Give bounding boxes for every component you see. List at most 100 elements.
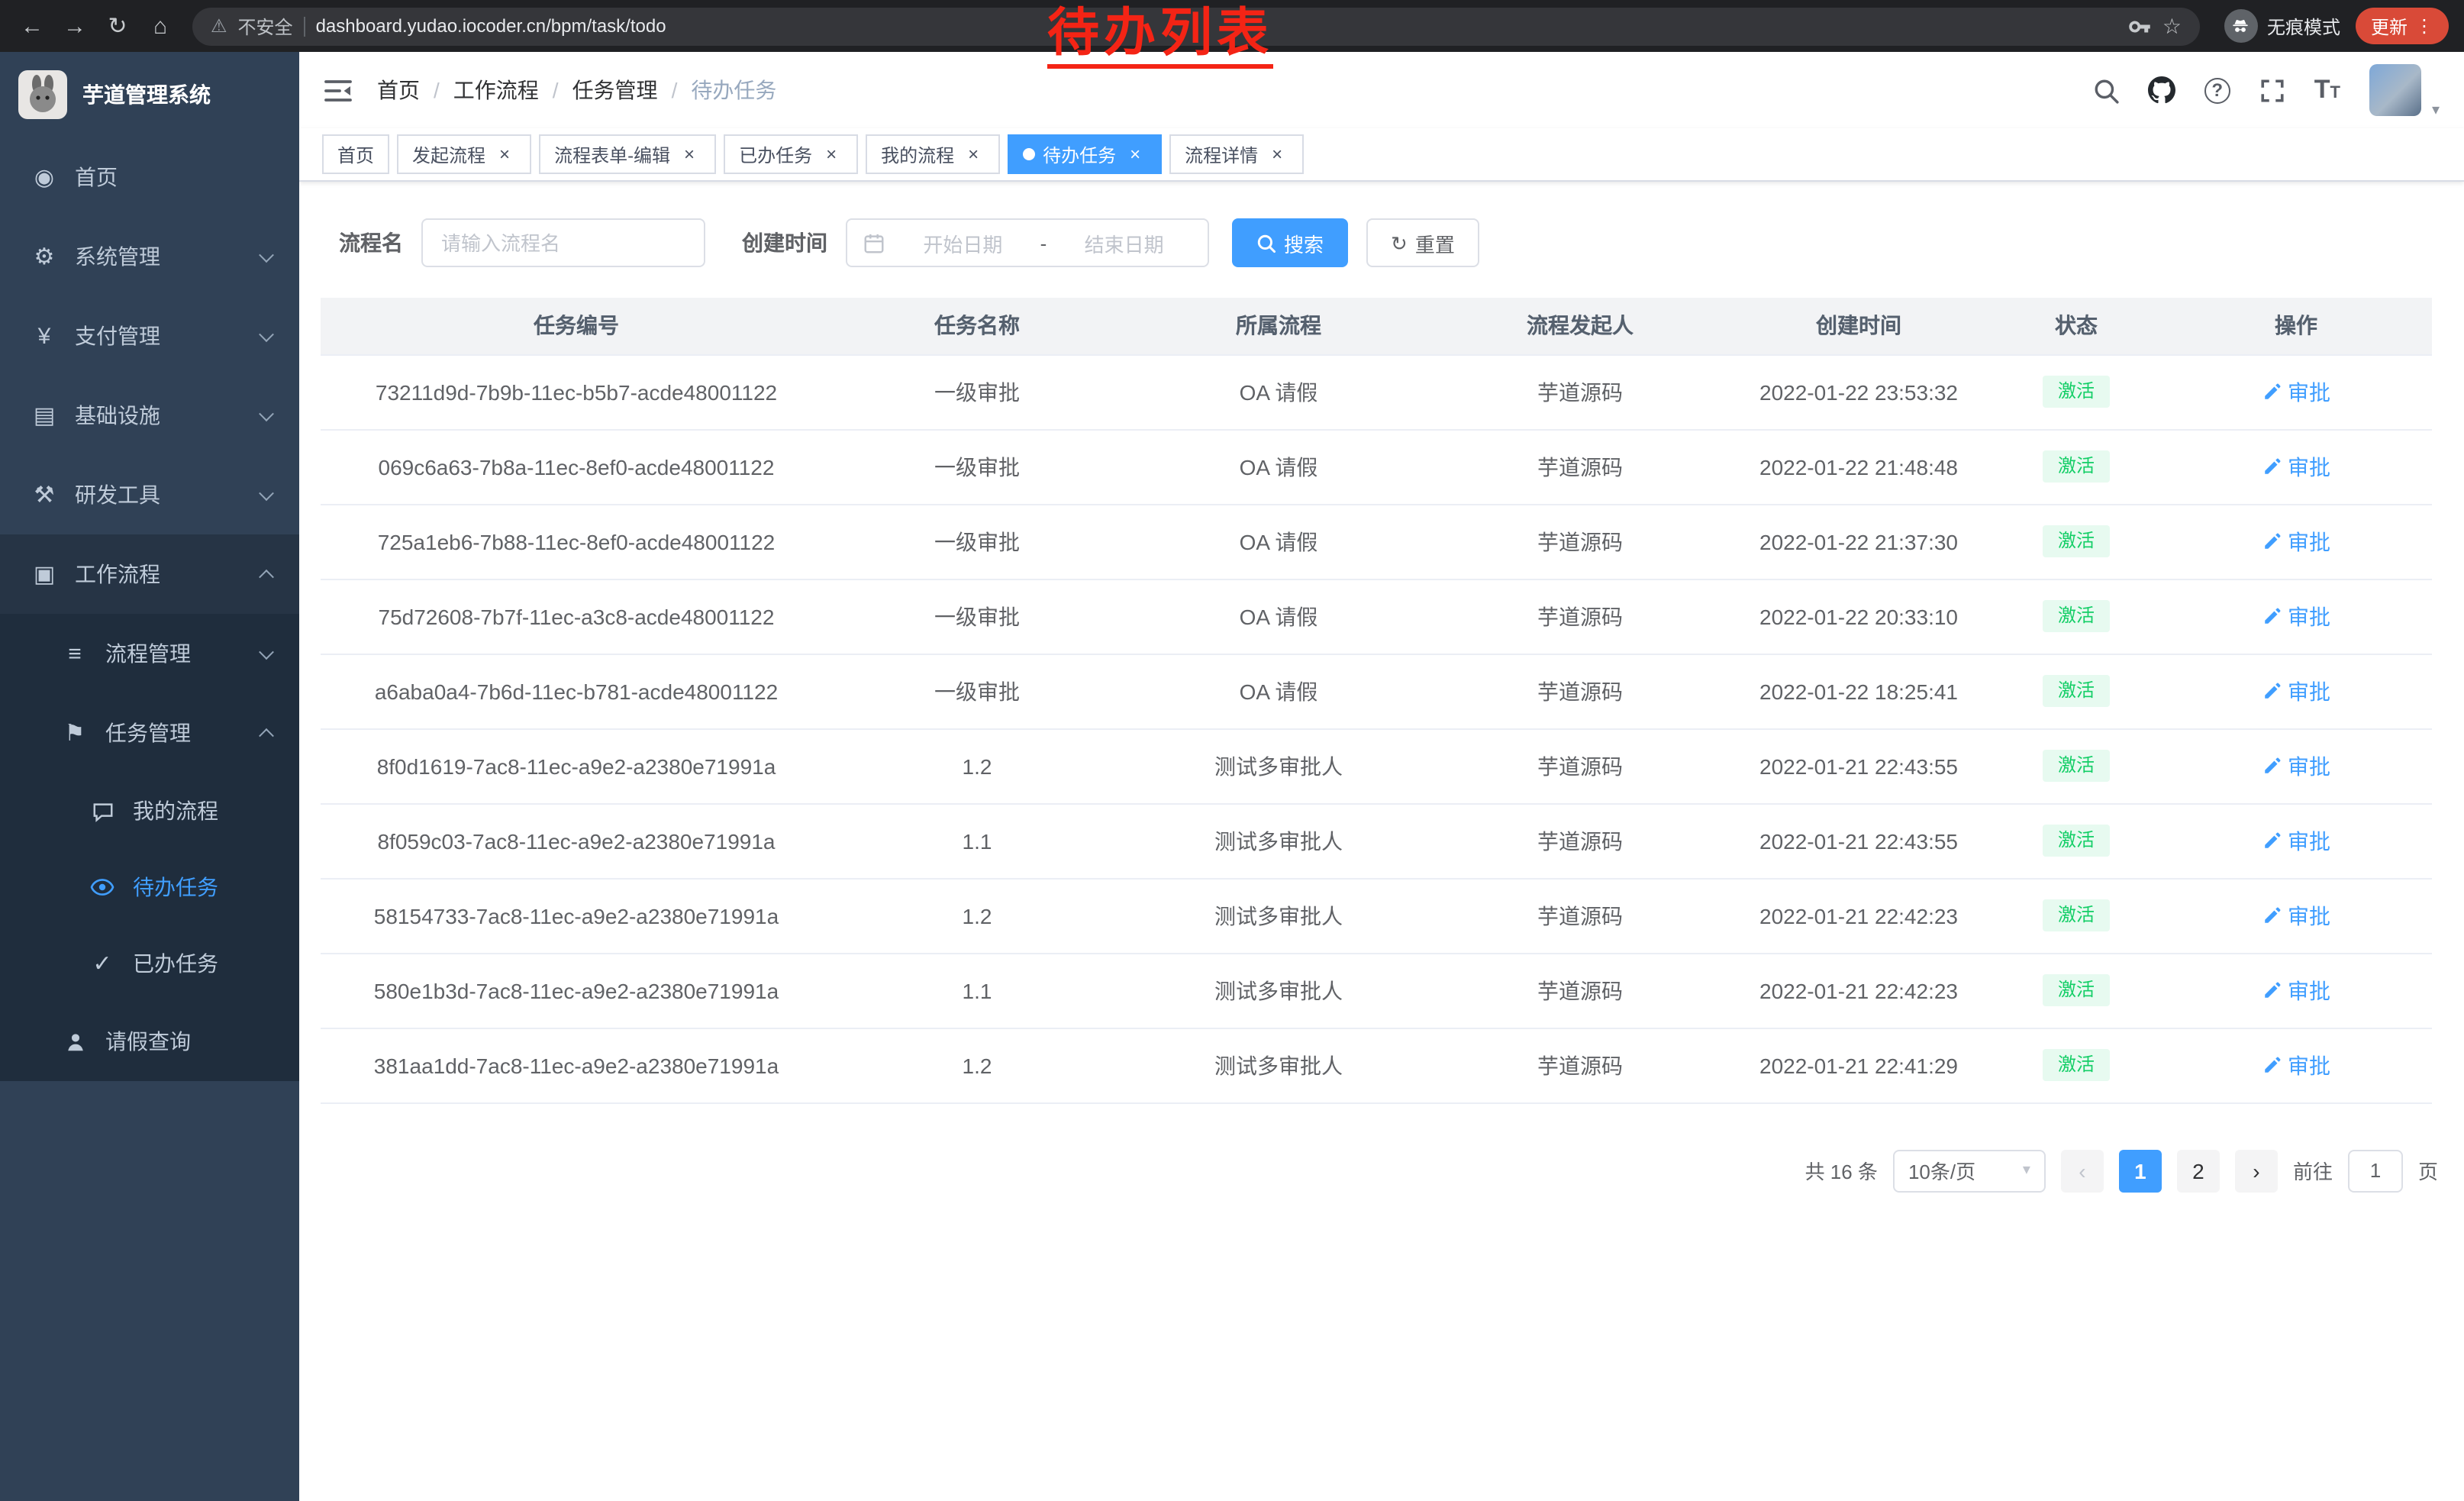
search-icon[interactable] [2093,77,2119,103]
page-size-select[interactable]: 10条/页 ▾ [1893,1149,2046,1192]
page-1-button[interactable]: 1 [2119,1149,2162,1192]
sidebar-item-task-mgmt[interactable]: ⚑ 任务管理 [0,693,299,773]
tab-done-task[interactable]: 已办任务 × [724,134,858,174]
edit-icon [2262,756,2282,776]
sidebar-item-home[interactable]: ◉ 首页 [0,137,299,217]
close-icon[interactable]: × [820,143,843,166]
tab-my-process[interactable]: 我的流程 × [866,134,1000,174]
eye-icon [89,875,116,899]
goto-label: 前往 [2293,1156,2333,1185]
cell-status: 激活 [1992,429,2160,504]
process-name-input[interactable] [421,218,705,267]
approve-button[interactable]: 审批 [2262,825,2330,856]
approve-button[interactable]: 审批 [2262,376,2330,407]
approve-label: 审批 [2288,900,2330,931]
breadcrumb-home[interactable]: 首页 [377,75,420,105]
approve-button[interactable]: 审批 [2262,900,2330,931]
approve-button[interactable]: 审批 [2262,601,2330,631]
col-task-name: 任务名称 [832,298,1122,354]
cell-initiator: 芋道源码 [1435,878,1725,953]
col-initiator: 流程发起人 [1435,298,1725,354]
close-icon[interactable]: × [493,143,516,166]
next-page-button[interactable]: › [2235,1149,2278,1192]
close-icon[interactable]: × [1124,143,1147,166]
status-badge: 激活 [2043,749,2110,782]
cell-task-name: 一级审批 [832,654,1122,728]
breadcrumb-separator: / [672,78,678,102]
chat-icon [89,799,116,822]
close-icon[interactable]: × [962,143,985,166]
close-icon[interactable]: × [1266,143,1288,166]
approve-button[interactable]: 审批 [2262,750,2330,781]
approve-button[interactable]: 审批 [2262,526,2330,557]
cell-task-id: a6aba0a4-7b6d-11ec-b781-acde48001122 [321,654,832,728]
approve-button[interactable]: 审批 [2262,1050,2330,1080]
approve-label: 审批 [2288,975,2330,1006]
tab-start-process[interactable]: 发起流程 × [397,134,531,174]
sidebar-item-done-task[interactable]: ✓ 已办任务 [0,925,299,1002]
cell-task-name: 一级审批 [832,354,1122,429]
tab-form-edit[interactable]: 流程表单-编辑 × [539,134,716,174]
pagination-total: 共 16 条 [1805,1156,1878,1185]
sidebar-item-my-process[interactable]: 我的流程 [0,773,299,849]
sidebar-collapse-icon[interactable] [324,77,353,103]
sidebar-item-label: 请假查询 [105,1026,272,1057]
goto-page-input[interactable] [2348,1149,2403,1192]
tab-home[interactable]: 首页 [322,134,389,174]
tab-process-detail[interactable]: 流程详情 × [1169,134,1304,174]
approve-label: 审批 [2288,451,2330,482]
approve-button[interactable]: 审批 [2262,975,2330,1006]
avatar[interactable] [2369,64,2421,116]
breadcrumb: 首页 / 工作流程 / 任务管理 / 待办任务 [377,75,776,105]
approve-button[interactable]: 审批 [2262,676,2330,706]
reset-button[interactable]: ↻ 重置 [1366,218,1479,267]
home-icon[interactable]: ⌂ [140,6,180,46]
back-icon[interactable]: ← [12,6,52,46]
key-icon[interactable] [2129,15,2152,37]
breadcrumb-workflow[interactable]: 工作流程 [453,75,539,105]
tab-label: 首页 [337,141,374,167]
fullscreen-icon[interactable] [2259,77,2285,103]
security-label[interactable]: 不安全 [238,13,293,39]
forward-icon[interactable]: → [55,6,95,46]
cell-actions: 审批 [2160,504,2432,579]
incognito-icon [2224,9,2258,43]
edit-icon [2262,1055,2282,1075]
sidebar-item-devtools[interactable]: ⚒ 研发工具 [0,455,299,534]
goto-unit: 页 [2418,1156,2438,1185]
font-size-icon[interactable]: TT [2314,75,2340,105]
github-icon[interactable] [2148,76,2175,104]
tab-label: 已办任务 [739,141,812,167]
sidebar-item-payment[interactable]: ¥ 支付管理 [0,296,299,376]
chevron-up-icon [259,569,274,584]
tabs-bar: 首页 发起流程 × 流程表单-编辑 × 已办任务 × 我的流程 × 待办任务 ×… [299,128,2464,182]
sidebar-item-workflow[interactable]: ▣ 工作流程 [0,534,299,614]
sidebar-item-infrastructure[interactable]: ▤ 基础设施 [0,376,299,455]
sidebar-item-leave-query[interactable]: 请假查询 [0,1002,299,1081]
active-dot-icon [1023,148,1035,160]
page-2-button[interactable]: 2 [2177,1149,2220,1192]
date-range-input[interactable]: 开始日期 - 结束日期 [846,218,1209,267]
update-button[interactable]: 更新 ⋮ [2356,8,2449,44]
close-icon[interactable]: × [678,143,701,166]
approve-button[interactable]: 审批 [2262,451,2330,482]
sidebar-item-process-mgmt[interactable]: ≡ 流程管理 [0,614,299,693]
sidebar-item-todo-task[interactable]: 待办任务 [0,849,299,925]
search-button[interactable]: 搜索 [1232,218,1348,267]
status-badge: 激活 [2043,824,2110,857]
prev-page-button[interactable]: ‹ [2061,1149,2104,1192]
reload-icon[interactable]: ↻ [98,6,137,46]
cell-initiator: 芋道源码 [1435,579,1725,654]
calendar-icon [863,231,885,254]
cell-actions: 审批 [2160,654,2432,728]
app-header: 首页 / 工作流程 / 任务管理 / 待办任务 ? TT ▾ [299,52,2464,128]
bookmark-star-icon[interactable]: ☆ [2162,13,2182,39]
cell-initiator: 芋道源码 [1435,429,1725,504]
tab-todo-task[interactable]: 待办任务 × [1008,134,1162,174]
sidebar-item-system[interactable]: ⚙ 系统管理 [0,217,299,296]
sidebar-item-label: 支付管理 [75,321,244,351]
breadcrumb-task-mgmt[interactable]: 任务管理 [572,75,658,105]
url-text: dashboard.yudao.iocoder.cn/bpm/task/todo [316,15,666,37]
tab-label: 流程详情 [1185,141,1258,167]
help-icon[interactable]: ? [2204,77,2230,103]
